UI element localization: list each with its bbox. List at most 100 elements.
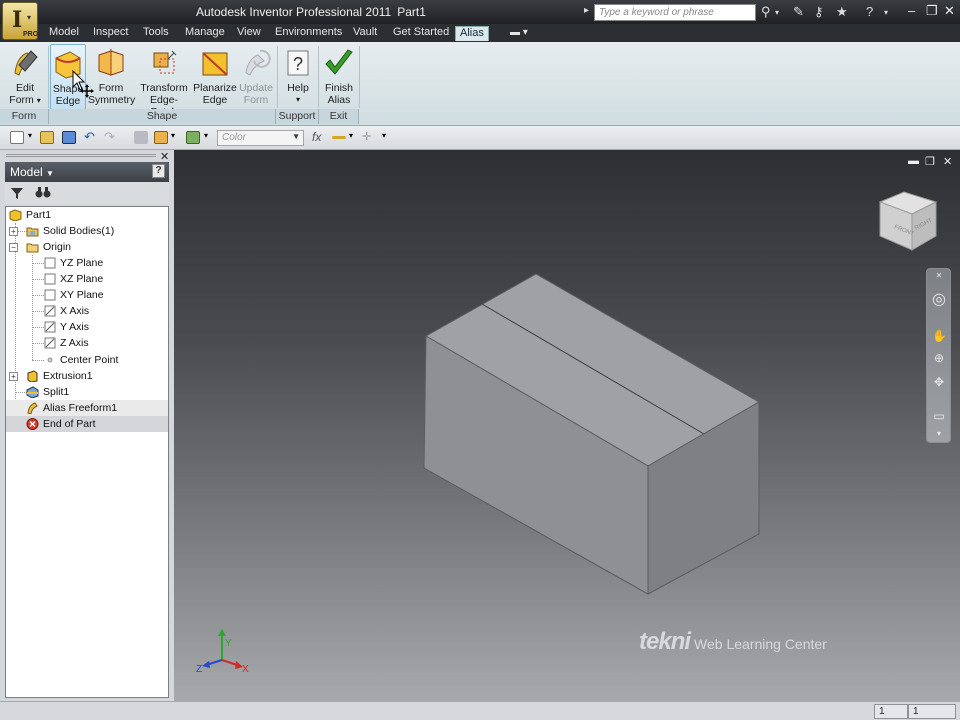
tab-get-started[interactable]: Get Started [389, 26, 453, 41]
coordinate-triad: X Z Y [196, 629, 249, 674]
help-search-input[interactable]: Type a keyword or phrase [594, 4, 756, 21]
tree-node-y-axis[interactable]: Y Axis [6, 319, 168, 335]
tree-node-x-axis[interactable]: X Axis [6, 303, 168, 319]
find-binoculars-icon[interactable] [35, 185, 51, 199]
customize-dropdown-icon[interactable]: ▾ [382, 131, 390, 144]
edit-form-dropdown-icon: ▾ [36, 96, 41, 105]
inventor-logo-icon: I [12, 7, 23, 33]
collapse-minus-icon[interactable]: − [9, 243, 18, 252]
edit-form-button[interactable]: Edit Form ▾ [4, 44, 46, 110]
tab-model[interactable]: Model [45, 26, 83, 41]
minimize-icon[interactable]: – [908, 3, 915, 18]
steering-wheel-icon[interactable]: ◎ [932, 289, 946, 308]
panel-grip[interactable] [6, 154, 156, 157]
tab-view[interactable]: View [233, 26, 265, 41]
binoculars-icon[interactable]: ⚲ [761, 4, 771, 20]
update-form-button[interactable]: Update Form [238, 44, 274, 110]
expand-plus-icon[interactable]: + [9, 372, 18, 381]
line-weight-dropdown-icon[interactable]: ▾ [349, 131, 357, 144]
tree-node-part1[interactable]: Part1 [6, 207, 168, 223]
tree-node-yz-plane[interactable]: YZ Plane [6, 255, 168, 271]
line-weight-icon[interactable] [332, 136, 346, 139]
filter-icon[interactable] [10, 186, 24, 200]
tab-inspect[interactable]: Inspect [89, 26, 132, 41]
tab-vault[interactable]: Vault [349, 26, 381, 41]
part-icon [9, 209, 22, 221]
zoom-icon[interactable]: ⊕ [932, 351, 946, 365]
open-icon[interactable] [40, 131, 54, 144]
finish-alias-button[interactable]: Finish Alias [321, 44, 357, 110]
wrench-icon[interactable]: ✎ [793, 4, 804, 20]
tree-node-label: Center Point [60, 354, 119, 366]
window-title: Autodesk Inventor Professional 2011 Part1 [196, 5, 426, 19]
search-toggle-icon[interactable]: ▸ [584, 5, 589, 16]
return-icon[interactable] [134, 131, 148, 144]
navbar-close-icon[interactable]: ✕ [932, 271, 946, 285]
freeform-icon [27, 402, 38, 414]
navbar-customize-icon[interactable]: ▾ [932, 429, 946, 443]
fx-parameters-icon[interactable]: fx [312, 130, 321, 144]
transform-edge-patch-button[interactable]: Transform Edge-Patch [137, 44, 191, 118]
project-icon[interactable] [154, 131, 168, 144]
tree-node-label: End of Part [43, 418, 96, 430]
tree-node-xy-plane[interactable]: XY Plane [6, 287, 168, 303]
tab-tools[interactable]: Tools [139, 26, 173, 41]
chevron-down-icon[interactable]: ▾ [775, 8, 779, 17]
browser-filter-row [5, 182, 169, 204]
undo-icon[interactable]: ↶ [84, 129, 98, 144]
pan-hand-icon[interactable]: ✋ [932, 329, 947, 343]
update-dropdown-icon[interactable]: ▾ [204, 131, 212, 144]
part-model-box[interactable] [422, 270, 762, 600]
viewport-minimize-icon[interactable]: ▬ [908, 155, 919, 167]
restore-icon[interactable]: ❐ [926, 3, 938, 19]
camera-dropdown-icon[interactable]: ▬ ▾ [506, 26, 532, 41]
close-icon[interactable]: ✕ [944, 3, 955, 19]
color-dropdown[interactable]: Color ▼ [217, 130, 304, 146]
measure-icon[interactable]: ✛ [362, 130, 376, 143]
save-icon[interactable] [62, 131, 76, 144]
tree-node-xz-plane[interactable]: XZ Plane [6, 271, 168, 287]
tree-node-origin[interactable]: − Origin [6, 239, 168, 255]
viewcube[interactable]: FRONT RIGHT [874, 188, 942, 256]
update-icon[interactable] [186, 131, 200, 144]
tab-alias[interactable]: Alias [455, 26, 489, 41]
tree-node-alias-freeform1[interactable]: Alias Freeform1 [6, 400, 168, 416]
browser-header[interactable]: Model ▼ ? [5, 162, 169, 182]
tree-node-extrusion1[interactable]: + Extrusion1 [6, 368, 168, 384]
tree-node-label: XY Plane [60, 289, 104, 301]
look-at-icon[interactable]: ▭ [932, 409, 946, 423]
edit-form-icon [14, 50, 38, 76]
tree-node-label: Solid Bodies(1) [43, 225, 115, 237]
viewport-close-icon[interactable]: ✕ [943, 155, 952, 168]
orbit-icon[interactable]: ✥ [932, 375, 946, 389]
new-dropdown-icon[interactable]: ▾ [28, 131, 36, 144]
help-button[interactable]: ? Help ▾ [281, 44, 315, 110]
redo-icon[interactable]: ↷ [104, 129, 118, 144]
help-icon[interactable]: ? [866, 4, 873, 19]
tab-manage[interactable]: Manage [181, 26, 229, 41]
app-title: Autodesk Inventor Professional 2011 [196, 5, 392, 19]
viewport-restore-icon[interactable]: ❐ [925, 155, 935, 168]
favorites-star-icon[interactable]: ★ [836, 4, 848, 20]
expand-plus-icon[interactable]: + [9, 227, 18, 236]
help-dropdown-icon[interactable]: ▾ [884, 8, 888, 17]
transform-edge-patch-label-1: Transform [140, 82, 188, 94]
axis-icon [44, 321, 56, 333]
tab-environments[interactable]: Environments [271, 26, 346, 41]
tree-node-center-point[interactable]: Center Point [6, 352, 168, 368]
tree-node-end-of-part[interactable]: End of Part [6, 416, 168, 432]
application-menu-button[interactable]: I ▾ PRO [2, 2, 38, 40]
planarize-edge-button[interactable]: Planarize Edge [193, 44, 237, 110]
tree-node-split1[interactable]: Split1 [6, 384, 168, 400]
graphics-viewport[interactable]: ▬ ❐ ✕ FRONT RIGHT ✕ ◎ ✋ ⊕ ✥ ▭ ▾ X Z Y te… [174, 150, 960, 701]
tree-node-z-axis[interactable]: Z Axis [6, 335, 168, 351]
help-book-icon: ? [287, 50, 309, 76]
project-dropdown-icon[interactable]: ▾ [171, 131, 179, 144]
new-icon[interactable] [10, 131, 24, 144]
plane-icon [44, 257, 56, 269]
tree-node-label: Alias Freeform1 [43, 402, 118, 414]
browser-help-icon[interactable]: ? [152, 164, 165, 178]
finish-alias-label-2: Alias [327, 94, 351, 106]
tree-node-solid-bodies[interactable]: + Solid Bodies(1) [6, 223, 168, 239]
key-icon[interactable]: ⚷ [814, 4, 824, 20]
